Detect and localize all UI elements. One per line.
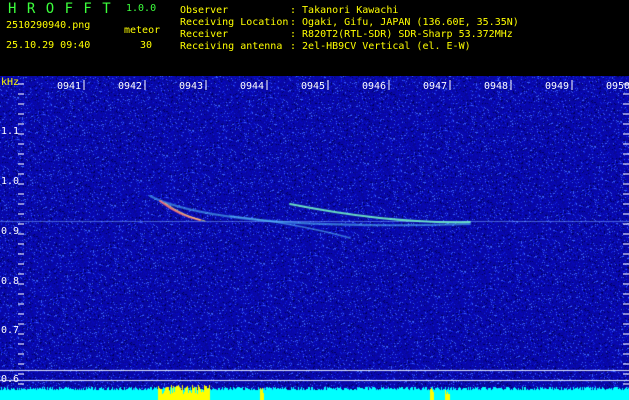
info-value-receiver: : R820T2(RTL-SDR) SDR-Sharp 53.372MHz bbox=[290, 29, 513, 40]
meteor-count: 30 bbox=[140, 40, 153, 51]
freq-tick-label: 1.1 bbox=[1, 126, 19, 137]
info-value-antenna: : 2el-HB9CV Vertical (el. E-W) bbox=[290, 41, 471, 52]
time-tick-label: 0948 bbox=[484, 81, 508, 92]
time-tick-label: 0941 bbox=[57, 81, 81, 92]
time-tick-label: 0942 bbox=[118, 81, 142, 92]
time-tick-label: 0945 bbox=[301, 81, 325, 92]
time-tick-label: 0944 bbox=[240, 81, 264, 92]
time-tick-label: 0949 bbox=[545, 81, 569, 92]
info-label-observer: Observer bbox=[180, 5, 229, 16]
info-label-antenna: Receiving antenna bbox=[180, 41, 283, 52]
time-tick-label: 0950 bbox=[606, 81, 629, 92]
time-tick-label: 0943 bbox=[179, 81, 203, 92]
info-value-location: : Ogaki, Gifu, JAPAN (136.60E, 35.35N) bbox=[290, 17, 519, 28]
info-label-location: Receiving Location bbox=[180, 17, 289, 28]
file-name: 2510290940.png bbox=[6, 20, 91, 31]
info-label-receiver: Receiver bbox=[180, 29, 229, 40]
time-tick-label: 0947 bbox=[423, 81, 447, 92]
spectrogram-axes: kHz 0941 0942 0943 0944 0945 0946 0947 0948 0949… bbox=[1, 77, 629, 385]
file-datetime: 25.10.29 09:40 bbox=[6, 40, 91, 51]
freq-tick-label: 0.7 bbox=[1, 325, 19, 336]
freq-tick-label: 0.9 bbox=[1, 226, 19, 237]
freq-tick-label: 1.0 bbox=[1, 176, 19, 187]
time-tick-label: 0946 bbox=[362, 81, 386, 92]
header-panel: H R O F F T 1.0.0 2510290940.png meteor … bbox=[0, 0, 629, 76]
freq-tick-label: 0.6 bbox=[1, 374, 19, 385]
meteor-label: meteor bbox=[124, 25, 161, 36]
freq-tick-label: 0.8 bbox=[1, 276, 19, 287]
app-version: 1.0.0 bbox=[126, 3, 157, 14]
freq-unit-label: kHz bbox=[1, 77, 19, 88]
info-value-observer: : Takanori Kawachi bbox=[290, 5, 399, 16]
app-title: H R O F F T bbox=[8, 1, 112, 17]
